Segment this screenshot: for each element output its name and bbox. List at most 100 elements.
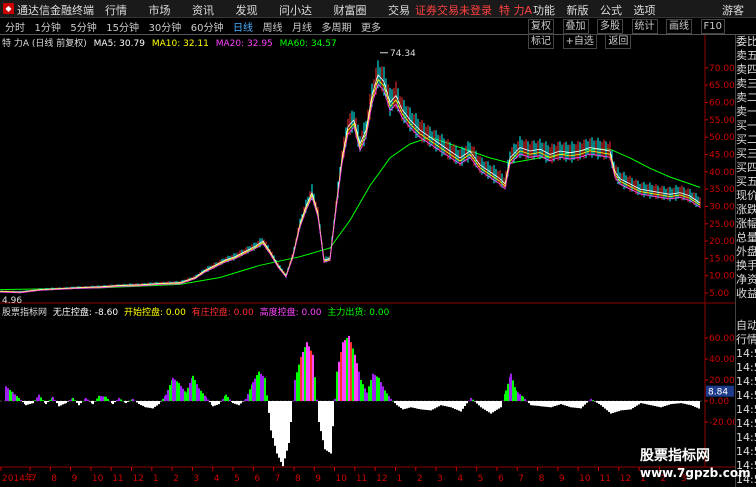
- price-tick-label: 50.00: [709, 133, 735, 143]
- tab-30min[interactable]: 30分钟: [148, 19, 181, 34]
- tab-15min[interactable]: 15分钟: [106, 19, 139, 34]
- menu-item-xinban[interactable]: 新版: [567, 2, 589, 18]
- chart-canvas[interactable]: 70.0065.0060.0055.0050.0045.0040.0035.00…: [0, 35, 735, 487]
- menu-item-jiaoyi[interactable]: 交易: [388, 2, 410, 18]
- ind-bar: [320, 401, 322, 432]
- date-tick-label: 1: [153, 474, 159, 484]
- chart-annotations: 74.344.96: [2, 49, 416, 306]
- ind-bar: [169, 385, 171, 401]
- date-tick-label: 4: [457, 474, 463, 484]
- ind-bar: [280, 401, 282, 462]
- panel-item[interactable]: 行情: [736, 333, 756, 347]
- price-tick-label: 60.00: [709, 98, 735, 108]
- tab-1min[interactable]: 1分钟: [35, 19, 61, 34]
- ind-bar: [284, 401, 286, 459]
- ind-bar: [694, 401, 696, 407]
- multi-stock-button[interactable]: 多股: [597, 19, 623, 34]
- tab-monthly[interactable]: 月线: [292, 19, 312, 34]
- ind-bar: [52, 396, 54, 401]
- ind-bar: [474, 401, 476, 402]
- date-tick-label: 12: [620, 474, 631, 484]
- ind-bar: [185, 392, 187, 401]
- ind-bar: [245, 398, 247, 401]
- ind-bar: [300, 356, 302, 401]
- title-bar: ◆ 通达信金融终端 行情 市场 资讯 发现 问小达 财富圈 交易 证券交易未登录…: [0, 0, 756, 18]
- ind-bar: [120, 399, 122, 401]
- ind-bar: [187, 387, 189, 401]
- ind-bar: [262, 375, 264, 401]
- menu-item-shichang[interactable]: 市场: [149, 2, 171, 18]
- menu-item-caifuquan[interactable]: 财富圈: [334, 2, 367, 18]
- menu-item-zixun[interactable]: 资讯: [192, 2, 214, 18]
- ind-bar: [260, 373, 262, 401]
- ind-bar: [152, 401, 154, 409]
- overlay-button[interactable]: 叠加: [562, 19, 589, 34]
- login-notice[interactable]: 证券交易未登录 特 力A: [415, 2, 532, 18]
- ind-bar: [100, 396, 102, 401]
- ind-bar: [484, 401, 486, 410]
- ind-bar: [458, 401, 460, 411]
- draw-line-button[interactable]: 画线: [666, 19, 692, 34]
- tab-fenshi[interactable]: 分时: [5, 19, 25, 34]
- panel-item: 买五: [736, 175, 756, 188]
- ind-bar: [494, 401, 496, 412]
- ind-bar: [200, 390, 202, 401]
- ind-bar: [558, 401, 560, 405]
- ind-bar: [142, 401, 144, 406]
- ind-bar: [502, 400, 504, 402]
- f10-button[interactable]: F10: [700, 19, 725, 34]
- tab-daily[interactable]: 日线: [233, 19, 253, 34]
- ind-bar: [586, 401, 588, 403]
- ind-bar: [236, 401, 238, 405]
- ind-bar: [145, 401, 147, 408]
- ind-bar: [306, 342, 308, 401]
- ind-bar: [670, 401, 672, 405]
- ind-bar: [644, 401, 646, 404]
- ind-bar: [468, 400, 470, 402]
- gaodu-label: 高度控盘: 0.00: [259, 308, 322, 318]
- tab-more[interactable]: 更多: [361, 19, 381, 34]
- ind-bar: [32, 401, 34, 404]
- menu-item-wenxiaoda[interactable]: 问小达: [279, 2, 312, 18]
- ind-bar: [654, 401, 656, 406]
- panel-item[interactable]: 自动: [736, 319, 756, 333]
- menu-item-xuanxiang[interactable]: 选项: [634, 2, 656, 18]
- ma10-polyline: [0, 78, 701, 293]
- watermark-line1: 股票指标网: [640, 448, 710, 464]
- ind-bar: [666, 401, 668, 406]
- fuquan-button[interactable]: 复权: [528, 19, 554, 34]
- ind-bar: [580, 401, 582, 409]
- price-axis: 70.00 65.00 60.00 55.00 50.00 45.00 40.00 35.00…: [705, 64, 735, 299]
- menu-item-gongshi[interactable]: 公式: [600, 2, 622, 18]
- ind-bar: [178, 383, 180, 401]
- guest-label[interactable]: 游客: [722, 2, 744, 18]
- date-tick-label: 2014年: [2, 472, 34, 484]
- ind-bar: [362, 384, 364, 401]
- ind-bar: [258, 371, 260, 401]
- ind-bar: [238, 401, 240, 406]
- ind-bar: [78, 401, 80, 406]
- watermark: 股票指标网 www.7gpzb.com: [640, 447, 751, 487]
- ind-bar: [296, 372, 298, 401]
- ma20-label: MA20: 32.95: [215, 39, 273, 49]
- date-tick-label: 11: [356, 474, 367, 484]
- tab-60min[interactable]: 60分钟: [191, 19, 224, 34]
- ind-bar: [40, 397, 42, 401]
- ind-bar: [322, 401, 324, 441]
- ind-bar: [282, 401, 284, 467]
- ind-bar: [7, 388, 9, 401]
- quote-panel: 委比 卖五 卖四 卖三 卖二 卖一 买一 买二 买三 买四 买五 现价 涨跌 涨…: [735, 35, 756, 487]
- menu-item-hangqing[interactable]: 行情: [105, 2, 127, 18]
- tab-weekly[interactable]: 周线: [262, 19, 282, 34]
- ind-bar: [560, 401, 562, 405]
- menu-item-gongneng[interactable]: 功能: [533, 2, 555, 18]
- menu-item-faxian[interactable]: 发现: [236, 2, 258, 18]
- ind-bar: [517, 392, 519, 401]
- ind-bar: [36, 397, 38, 401]
- tab-multi-period[interactable]: 多周期: [321, 19, 351, 34]
- stats-button[interactable]: 统计: [631, 19, 658, 34]
- tab-5min[interactable]: 5分钟: [70, 19, 96, 34]
- ind-bar: [505, 390, 507, 401]
- ind-bar: [360, 380, 362, 401]
- date-tick-label: 11: [599, 474, 610, 484]
